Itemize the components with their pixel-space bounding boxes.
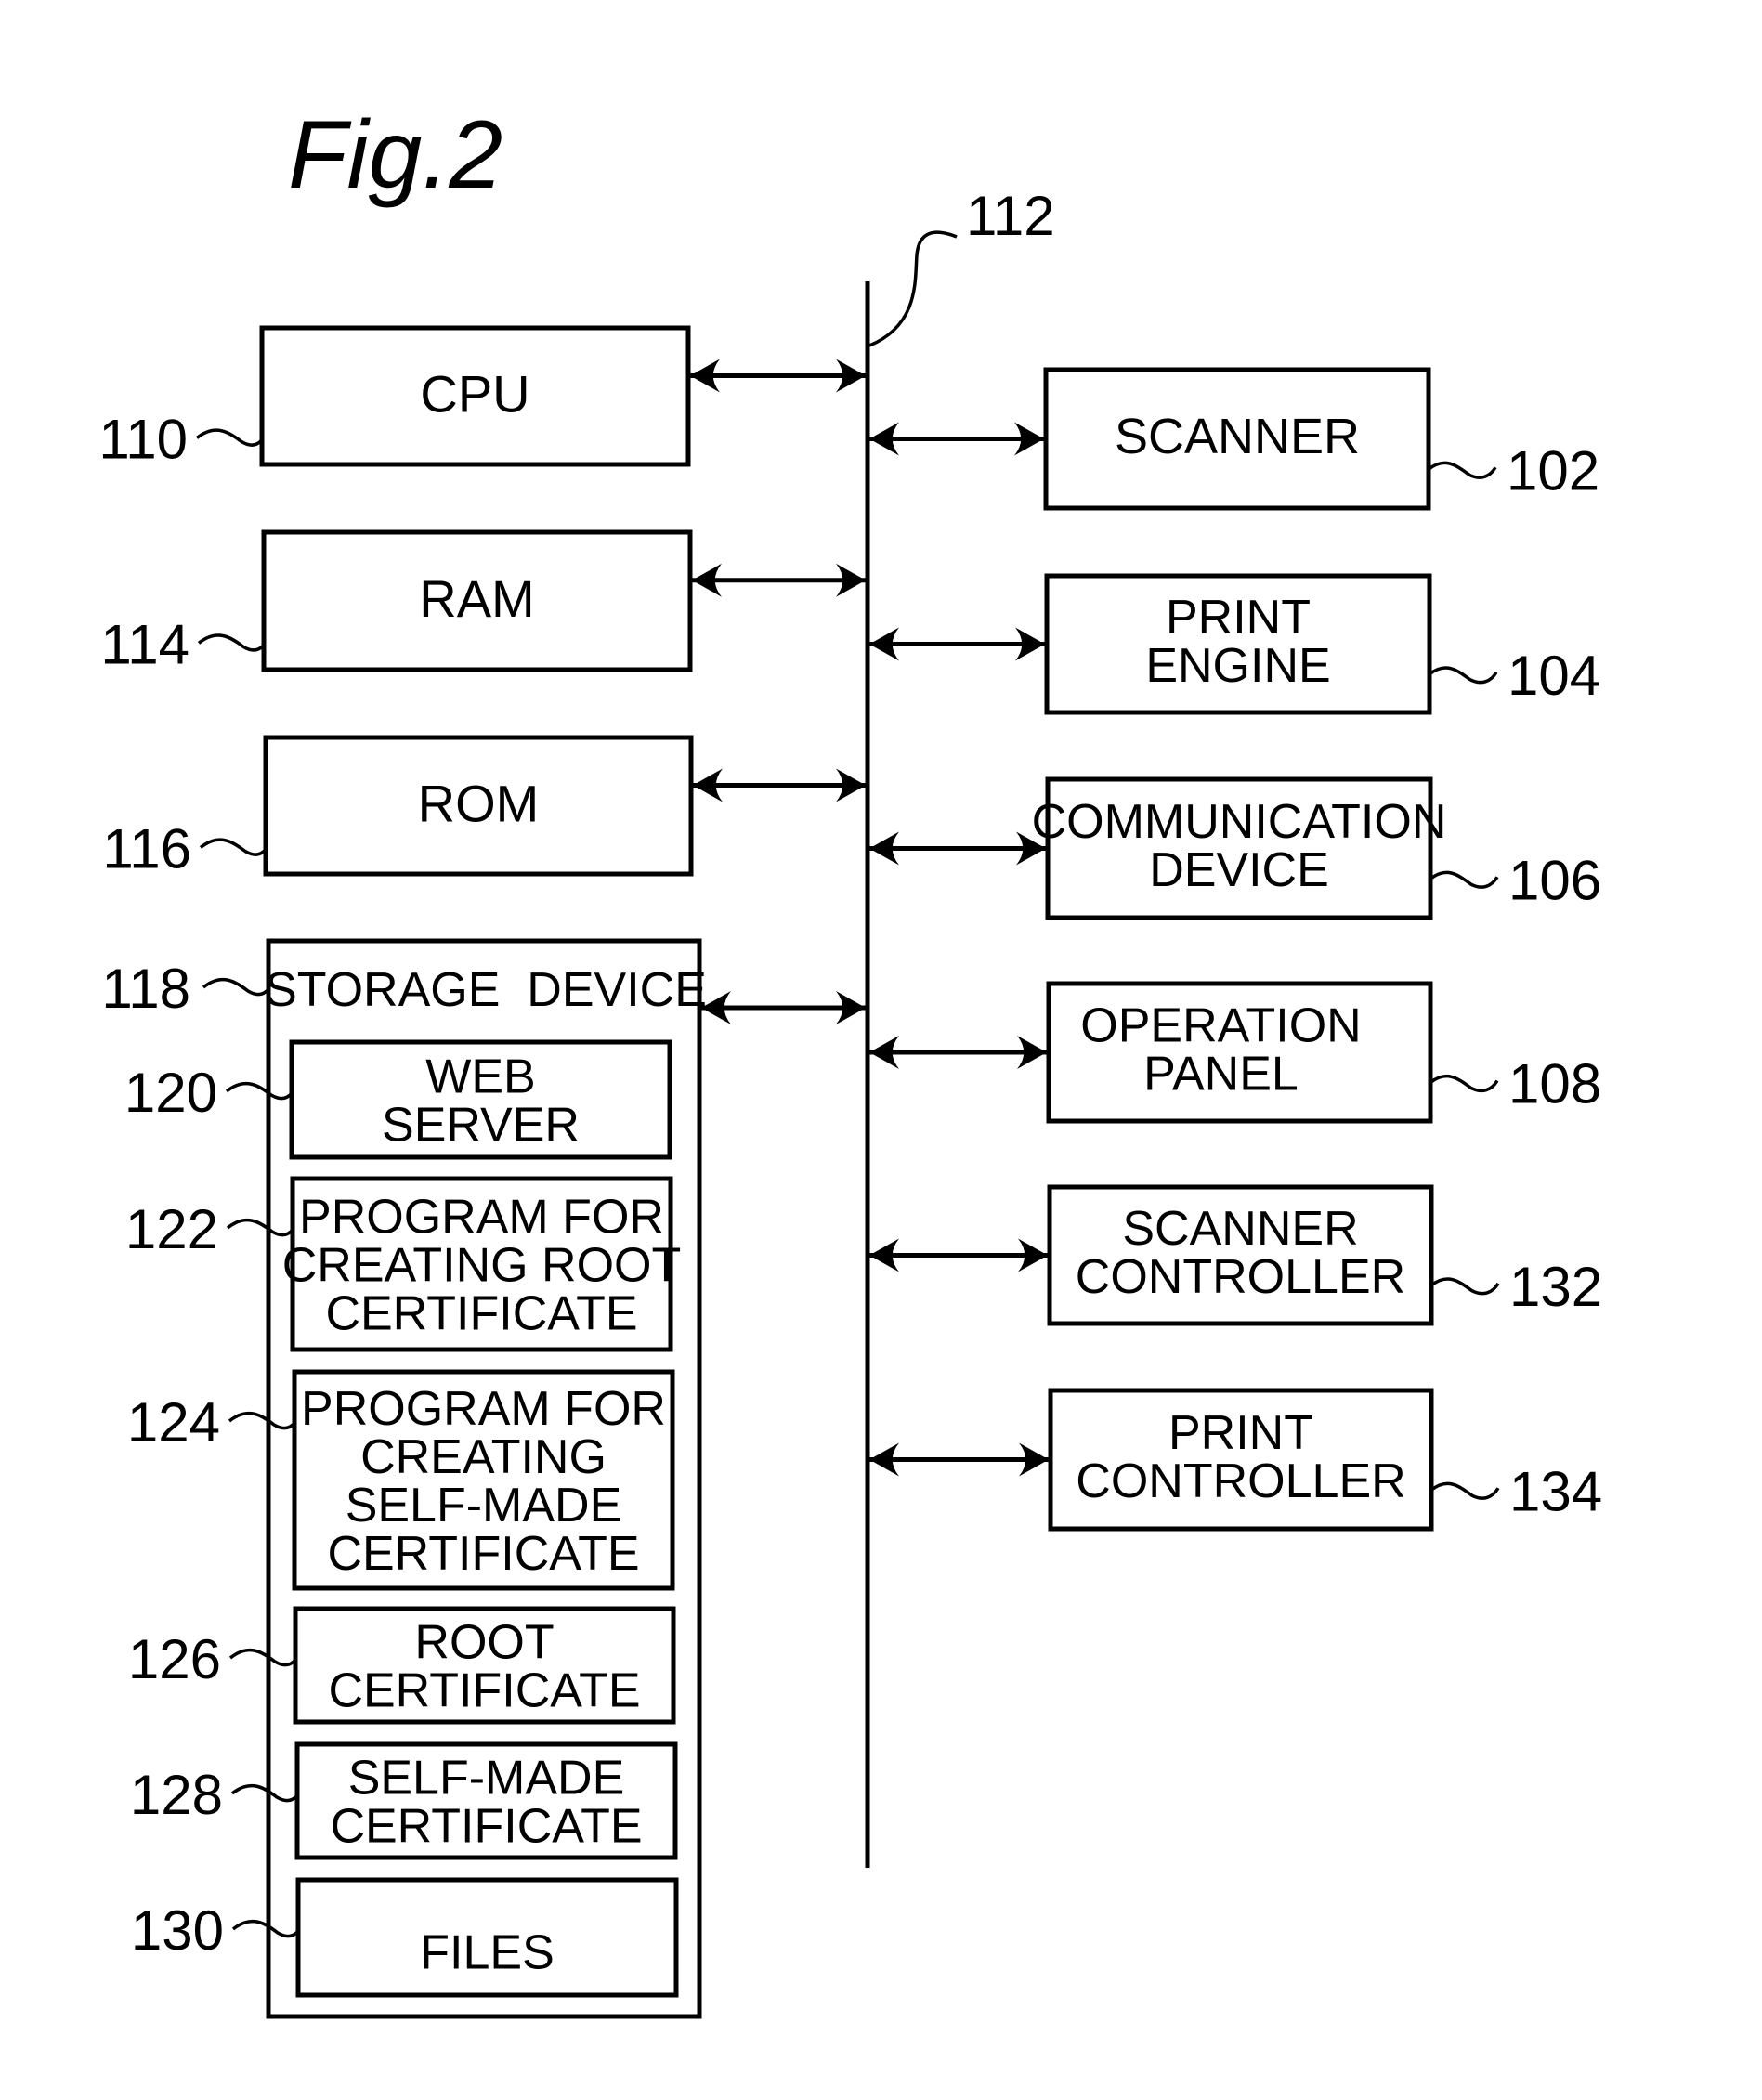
block-ref-number: 110	[98, 409, 188, 471]
block-scanner: SCANNER 102	[869, 367, 1599, 511]
block-ref-number: 132	[1509, 1256, 1602, 1318]
item-label: CREATING ROOT	[282, 1239, 681, 1293]
item-label: CERTIFICATE	[330, 1800, 642, 1854]
figure-title: Fig.2	[288, 101, 502, 209]
block-ref-number: 102	[1507, 439, 1599, 502]
block-cpu: CPU 110	[98, 325, 866, 471]
ref-leader	[202, 977, 270, 997]
item-label: WEB	[425, 1050, 535, 1104]
block-label: CONTROLLER	[1076, 1454, 1405, 1508]
block-ref-number: 104	[1507, 645, 1600, 707]
item-label: CREATING	[360, 1430, 607, 1484]
storage-item-web-server: WEBSERVER 120	[124, 1039, 672, 1160]
storage-ref-number: 118	[101, 958, 190, 1020]
storage-label: STORAGE DEVICE	[265, 963, 707, 1017]
item-ref-number: 128	[130, 1764, 223, 1826]
item-label: CERTIFICATE	[327, 1527, 639, 1581]
item-label: CERTIFICATE	[325, 1287, 637, 1341]
storage-bus-arrow	[701, 991, 866, 1024]
ref-leader	[1429, 870, 1499, 889]
item-label: SELF-MADE	[346, 1479, 622, 1533]
block-label: DEVICE	[1149, 843, 1329, 897]
block-ref-number: 116	[102, 818, 191, 880]
storage-item-root-certificate: ROOTCERTIFICATE 126	[128, 1606, 676, 1725]
block-print-engine: PRINTENGINE 104	[869, 573, 1600, 715]
item-ref-number: 120	[124, 1062, 217, 1124]
item-label: FILES	[420, 1926, 555, 1980]
ref-leader	[197, 633, 266, 652]
block-ref-number: 106	[1508, 849, 1601, 911]
item-label: ROOT	[414, 1616, 554, 1670]
block-ref-number: 114	[100, 613, 189, 675]
print-engine-bus-arrow	[869, 627, 1045, 661]
block-label: PRINT	[1168, 1406, 1313, 1460]
block-label: CPU	[420, 365, 529, 424]
ref-leader	[1429, 1277, 1500, 1296]
rom-bus-arrow	[693, 768, 866, 802]
right-blocks: SCANNER102PRINTENGINE 104COMMUNICATIONDEV…	[869, 367, 1602, 1532]
block-ref-number: 108	[1508, 1053, 1601, 1115]
item-label: SELF-MADE	[348, 1752, 625, 1806]
block-label: CONTROLLER	[1076, 1250, 1405, 1304]
ram-bus-arrow	[692, 563, 866, 597]
block-print-controller: PRINTCONTROLLER 134	[869, 1388, 1602, 1532]
block-scanner-controller: SCANNERCONTROLLER 132	[869, 1184, 1602, 1326]
item-label: PROGRAM FOR	[299, 1191, 664, 1245]
block-label: SCANNER	[1122, 1202, 1358, 1256]
cpu-bus-arrow	[690, 359, 866, 393]
ref-leader	[199, 838, 268, 856]
ref-leader	[195, 428, 264, 447]
block-communication-device: COMMUNICATIONDEVICE 106	[869, 776, 1601, 920]
communication-device-bus-arrow	[869, 831, 1046, 866]
block-label: COMMUNICATION	[1032, 795, 1447, 849]
storage-device: STORAGE DEVICE 118 WEBSERVER 120 PROGRAM FOR…	[101, 938, 866, 2019]
item-ref-number: 124	[127, 1391, 220, 1454]
block-rom: ROM 116	[102, 735, 866, 880]
block-label: OPERATION	[1080, 999, 1361, 1053]
ref-leader	[1428, 666, 1498, 685]
operation-panel-bus-arrow	[869, 1036, 1047, 1069]
scanner-controller-bus-arrow	[869, 1238, 1048, 1272]
bus-ref-leader	[868, 230, 958, 347]
item-label: SERVER	[382, 1099, 580, 1153]
storage-item-self-made-certificate: SELF-MADECERTIFICATE 128	[130, 1741, 678, 1860]
scanner-bus-arrow	[869, 422, 1044, 456]
print-controller-bus-arrow	[869, 1442, 1049, 1477]
item-ref-number: 130	[131, 1899, 224, 1962]
block-label: ROM	[418, 775, 540, 833]
block-label: PANEL	[1143, 1048, 1299, 1102]
item-ref-number: 126	[128, 1628, 221, 1690]
ref-leader	[1429, 1481, 1500, 1500]
block-operation-panel: OPERATIONPANEL 108	[869, 981, 1601, 1124]
block-diagram: Fig.2 112 CPU 110 RAM 114 ROM 116 STORAGE DEV…	[98, 101, 1602, 2019]
storage-item-program-root-cert: PROGRAM FORCREATING ROOTCERTIFICATE 122	[125, 1176, 681, 1352]
ref-leader	[1427, 461, 1497, 479]
item-label: PROGRAM FOR	[301, 1382, 666, 1436]
block-label: SCANNER	[1115, 409, 1360, 464]
block-label: PRINT	[1166, 591, 1311, 645]
block-ref-number: 134	[1509, 1460, 1602, 1522]
block-label: ENGINE	[1145, 639, 1330, 693]
block-label: RAM	[419, 569, 534, 628]
storage-item-files: FILES 130	[131, 1877, 679, 1998]
ref-leader	[1429, 1074, 1499, 1093]
storage-item-program-self-made-cert: PROGRAM FORCREATINGSELF-MADECERTIFICATE 1…	[127, 1369, 675, 1591]
item-ref-number: 122	[125, 1198, 218, 1260]
left-blocks: CPU 110 RAM 114 ROM 116	[98, 325, 866, 880]
item-label: CERTIFICATE	[328, 1664, 640, 1718]
block-ram: RAM 114	[100, 529, 866, 675]
bus-ref-number: 112	[966, 185, 1055, 247]
